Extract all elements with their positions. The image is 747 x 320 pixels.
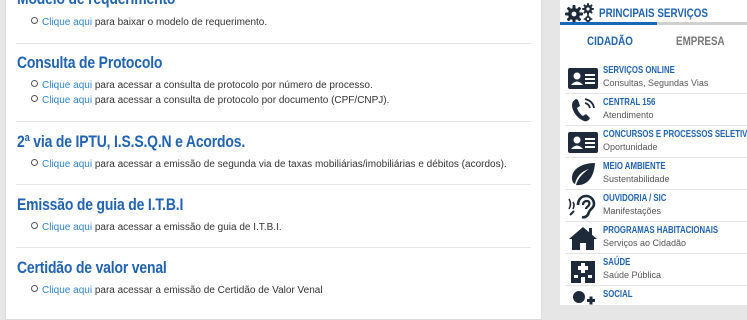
tab-cidadao[interactable]: CIDADÃO xyxy=(587,34,633,48)
divider xyxy=(16,184,531,185)
service-name: SAÚDE xyxy=(603,257,631,268)
sidebar-tabs: CIDADÃO EMPRESA xyxy=(560,22,747,52)
bullet-icon xyxy=(31,17,38,24)
id-card-icon xyxy=(568,132,598,153)
clique-aqui-link[interactable]: Clique aqui xyxy=(42,80,92,91)
service-item-social[interactable]: SOCIAL xyxy=(565,287,747,318)
people-icon xyxy=(573,291,595,305)
hospital-icon xyxy=(571,261,595,283)
section-title: Emissão de guia de I.T.B.I xyxy=(17,195,184,214)
service-name: CONCURSOS E PROCESSOS SELETIVOS xyxy=(603,129,747,140)
service-desc: Consultas, Segundas Vias xyxy=(603,78,709,88)
section-line: Clique aqui para acessar a emissão de Ce… xyxy=(31,285,323,296)
service-item-saude[interactable]: SAÚDE Saúde Pública xyxy=(565,255,747,286)
divider xyxy=(16,43,531,44)
service-desc: Manifestações xyxy=(603,206,662,216)
section-line: Clique aqui para acessar a consulta de p… xyxy=(31,80,373,91)
clique-aqui-link[interactable]: Clique aqui xyxy=(42,17,92,28)
service-desc: Oportunidade xyxy=(603,142,658,152)
service-name: MEIO AMBIENTE xyxy=(603,161,666,172)
section-title: 2ª via de IPTU, I.S.S.Q.N e Acordos. xyxy=(17,132,246,151)
service-item-meio-ambiente[interactable]: MEIO AMBIENTE Sustentabilidade xyxy=(565,159,747,190)
clique-aqui-link[interactable]: Clique aqui xyxy=(42,285,92,296)
clique-aqui-link[interactable]: Clique aqui xyxy=(42,95,92,106)
service-name: PROGRAMAS HABITACIONAIS xyxy=(603,225,719,236)
divider xyxy=(16,247,531,248)
ear-icon xyxy=(568,194,596,219)
service-item-concursos[interactable]: CONCURSOS E PROCESSOS SELETIVOS Oportuni… xyxy=(565,127,747,158)
divider xyxy=(565,285,747,286)
tab-active-indicator xyxy=(560,22,657,25)
divider xyxy=(565,157,747,158)
divider xyxy=(565,221,747,222)
service-name: SOCIAL xyxy=(603,289,633,300)
section-line: Clique aqui para acessar a consulta de p… xyxy=(31,95,389,106)
divider xyxy=(16,121,531,122)
service-name: OUVIDORIA / SIC xyxy=(603,193,667,204)
phone-icon xyxy=(572,98,595,122)
leaf-icon xyxy=(572,163,595,186)
service-desc: Atendimento xyxy=(603,110,654,120)
divider xyxy=(565,125,747,126)
service-desc: Sustentabilidade xyxy=(603,174,670,184)
sidebar-header: PRINCIPAIS SERVIÇOS xyxy=(565,2,747,24)
section-line: Clique aqui para baixar o modelo de requ… xyxy=(31,17,267,28)
services-sidebar: PRINCIPAIS SERVIÇOS CIDADÃO EMPRESA SERV… xyxy=(560,0,747,305)
service-item-programas-habitacionais[interactable]: PROGRAMAS HABITACIONAIS Serviços ao Cida… xyxy=(565,223,747,254)
service-desc: Serviços ao Cidadão xyxy=(603,238,687,248)
divider xyxy=(565,189,747,190)
service-item-ouvidoria[interactable]: OUVIDORIA / SIC Manifestações xyxy=(565,191,747,222)
clique-aqui-link[interactable]: Clique aqui xyxy=(42,222,92,233)
section-line: Clique aqui para acessar a emissão de gu… xyxy=(31,222,282,233)
service-item-servicos-online[interactable]: SERVIÇOS ONLINE Consultas, Segundas Vias xyxy=(565,63,747,94)
bullet-icon xyxy=(31,95,38,102)
section-title: Certidão de valor venal xyxy=(17,258,167,277)
clique-aqui-link[interactable]: Clique aqui xyxy=(42,159,92,170)
tab-idle-indicator xyxy=(657,22,747,25)
service-item-central-156[interactable]: CENTRAL 156 Atendimento xyxy=(565,95,747,126)
tab-empresa[interactable]: EMPRESA xyxy=(676,34,725,48)
bullet-icon xyxy=(31,285,38,292)
divider xyxy=(565,253,747,254)
id-card-icon xyxy=(568,68,598,89)
bullet-icon xyxy=(31,159,38,166)
section-title: Modelo de requerimento xyxy=(17,0,175,9)
main-content: Modelo de requerimento Clique aqui para … xyxy=(5,0,542,320)
service-name: SERVIÇOS ONLINE xyxy=(603,65,675,76)
bullet-icon xyxy=(31,222,38,229)
service-desc: Saúde Pública xyxy=(603,270,662,280)
sidebar-title: PRINCIPAIS SERVIÇOS xyxy=(599,6,708,20)
service-name: CENTRAL 156 xyxy=(603,97,656,108)
house-icon xyxy=(569,227,597,250)
section-line: Clique aqui para acessar a emissão de se… xyxy=(31,159,507,170)
bullet-icon xyxy=(31,80,38,87)
gears-icon xyxy=(565,3,594,24)
divider xyxy=(565,93,747,94)
section-title: Consulta de Protocolo xyxy=(17,53,163,72)
